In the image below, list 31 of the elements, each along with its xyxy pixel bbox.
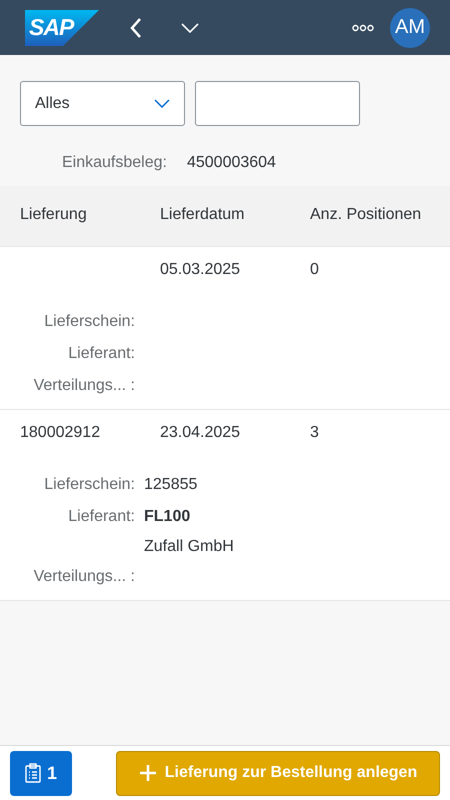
field-label: Einkaufsbeleg: — [62, 154, 167, 173]
table-cell-text: 180002912 — [20, 424, 102, 443]
field-label: Lieferschein: — [43, 476, 135, 495]
more-icon — [352, 24, 374, 32]
table-cell-text: 3 — [310, 424, 320, 443]
field-value: 4500003604 — [186, 154, 276, 173]
table-cell-text: 05.03.2025 — [160, 261, 242, 280]
table-cell-text: 23.04.2025 — [160, 424, 242, 443]
field-value: 125855 — [144, 476, 198, 494]
search-field[interactable] — [195, 81, 360, 126]
table-row[interactable]: 180002912 23.04.2025 3 Lieferschein: 125855 Lieferant: FL100 Zufall GmbH Verteilungs... : — [0, 410, 450, 601]
field-label: Verteilungs... : — [32, 568, 135, 587]
table-row[interactable]: 05.03.2025 0 Lieferschein: Lieferant: Verteilungs... : — [0, 247, 450, 410]
field-value: FL100 — [144, 508, 192, 526]
back-icon — [129, 16, 143, 38]
field-label: Lieferschein: — [43, 313, 135, 332]
field-label: Lieferant: — [67, 508, 135, 527]
field-label: Lieferant: — [67, 345, 135, 364]
clipboard-button[interactable]: 1 — [10, 750, 72, 796]
logo: SAP — [25, 10, 99, 46]
user-avatar[interactable]: AM — [390, 8, 430, 48]
plus-icon — [138, 764, 157, 782]
column-header: Lieferdatum — [160, 206, 246, 225]
column-header: Lieferung — [20, 206, 88, 225]
table-cell-text: 0 — [310, 261, 320, 280]
clipboard-icon — [24, 763, 41, 783]
column-header: Anz. Positionen — [310, 206, 422, 225]
chevron-down-icon — [154, 99, 170, 108]
field-value: Zufall GmbH — [144, 538, 235, 556]
filter-select[interactable]: Alles — [20, 81, 185, 126]
field-label: Verteilungs... : — [32, 377, 135, 396]
